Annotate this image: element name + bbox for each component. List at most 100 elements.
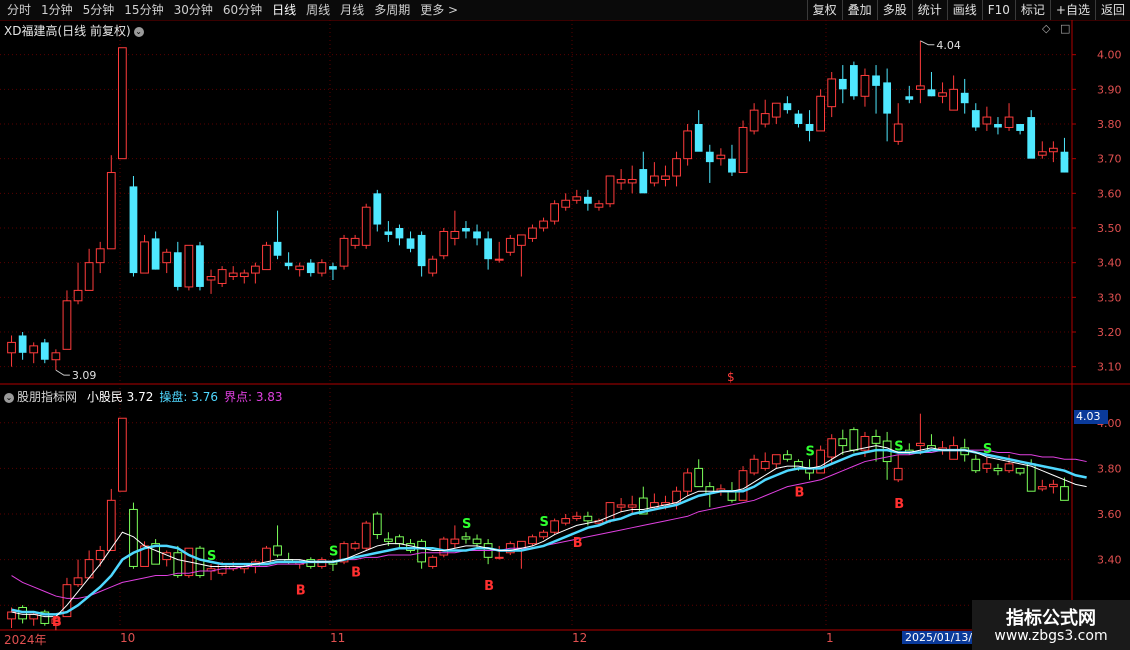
date-label-2: 11 bbox=[330, 631, 346, 645]
buy-signal-4: B bbox=[573, 536, 583, 551]
ind-candle-15 bbox=[173, 552, 183, 577]
main-candle-67 bbox=[749, 109, 759, 132]
ind-candle-42 bbox=[472, 538, 482, 545]
ind-candle-40 bbox=[450, 538, 460, 545]
main-candle-55 bbox=[616, 178, 626, 184]
main-candle-68 bbox=[760, 113, 770, 125]
main-candle-26 bbox=[295, 265, 305, 271]
ytick-label-0: 4.00 bbox=[1097, 49, 1122, 62]
ind-candle-31 bbox=[350, 543, 360, 549]
ind-candle-87 bbox=[971, 458, 981, 472]
main-candle-89 bbox=[994, 124, 1002, 128]
main-candle-90 bbox=[1004, 116, 1014, 128]
main-candle-51 bbox=[572, 196, 582, 201]
main-candle-20 bbox=[228, 272, 238, 278]
main-candle-6 bbox=[73, 289, 83, 302]
main-candle-79 bbox=[883, 82, 892, 114]
ind-candle-11 bbox=[129, 508, 138, 567]
ind-candle-56 bbox=[627, 504, 637, 508]
main-candle-3 bbox=[40, 342, 49, 360]
sell-signal-0: S bbox=[207, 549, 216, 564]
date-label-0: 2024年 bbox=[4, 633, 47, 647]
main-candle-88 bbox=[982, 116, 992, 125]
ind-candle-85 bbox=[949, 445, 959, 460]
main-candle-72 bbox=[805, 124, 814, 131]
ind-candle-48 bbox=[539, 531, 548, 538]
buy-signal-5: B bbox=[794, 486, 804, 501]
ind-candle-76 bbox=[849, 429, 859, 451]
ind-candle-82 bbox=[915, 442, 925, 447]
main-candle-7 bbox=[84, 262, 94, 291]
ind-candle-34 bbox=[383, 538, 393, 542]
ind-candle-94 bbox=[1048, 483, 1058, 488]
small-line bbox=[11, 445, 1087, 618]
main-candle-58 bbox=[649, 175, 659, 184]
high-label: 4.04 bbox=[936, 39, 961, 52]
ind-candle-95 bbox=[1060, 486, 1069, 501]
buy-signal-2: B bbox=[351, 565, 361, 580]
main-candle-83 bbox=[927, 89, 936, 97]
current-price-tag: 4.03 bbox=[1074, 410, 1108, 424]
main-candle-0 bbox=[7, 341, 16, 354]
event-marker: $ bbox=[727, 370, 735, 384]
ind-candle-55 bbox=[616, 504, 626, 508]
main-candle-52 bbox=[583, 196, 592, 204]
ind-candle-54 bbox=[605, 502, 615, 522]
main-candle-81 bbox=[905, 96, 914, 100]
ytick-label-1: 3.90 bbox=[1097, 83, 1122, 96]
main-candle-10 bbox=[117, 47, 127, 160]
main-candle-9 bbox=[106, 172, 116, 250]
ind-ytick-label-3: 3.40 bbox=[1097, 554, 1122, 567]
main-candle-28 bbox=[317, 262, 327, 274]
ind-candle-50 bbox=[561, 518, 571, 524]
sell-signal-3: S bbox=[540, 515, 549, 530]
ind-ytick-label-1: 3.80 bbox=[1097, 462, 1122, 475]
ind-ytick-label-2: 3.60 bbox=[1097, 508, 1122, 521]
date-label-3: 12 bbox=[572, 631, 588, 645]
main-candle-71 bbox=[794, 113, 803, 124]
main-candle-44 bbox=[494, 258, 504, 261]
main-candle-50 bbox=[561, 199, 571, 208]
ind-candle-74 bbox=[827, 438, 837, 458]
kline-chart[interactable]: 4.00 3.90 3.80 3.70 3.60 3.50 3.40 3.30 3.20 3.10… bbox=[0, 0, 1130, 650]
ytick-label-8: 3.20 bbox=[1097, 326, 1122, 339]
main-candle-14 bbox=[162, 251, 172, 264]
main-candle-45 bbox=[505, 237, 515, 253]
main-candle-84 bbox=[938, 92, 947, 97]
main-candle-57 bbox=[639, 169, 648, 194]
low-arrow bbox=[55, 369, 70, 376]
ind-candle-9 bbox=[106, 499, 116, 551]
ind-candle-51 bbox=[572, 515, 582, 520]
ind-candle-52 bbox=[583, 515, 593, 522]
main-candle-63 bbox=[705, 151, 714, 163]
main-candle-35 bbox=[395, 228, 404, 239]
ind-candle-80 bbox=[893, 467, 903, 481]
main-candle-94 bbox=[1048, 147, 1058, 153]
main-candle-48 bbox=[539, 220, 548, 229]
main-candle-66 bbox=[738, 126, 748, 174]
ind-candle-38 bbox=[428, 556, 438, 567]
ind-candle-88 bbox=[982, 463, 992, 469]
main-candle-56 bbox=[627, 178, 637, 184]
main-candle-5 bbox=[62, 300, 72, 350]
ind-candle-93 bbox=[1037, 486, 1047, 490]
main-candle-74 bbox=[827, 78, 837, 108]
main-candle-34 bbox=[384, 231, 393, 235]
main-candle-32 bbox=[361, 206, 371, 246]
main-candle-4 bbox=[51, 352, 61, 361]
ind-candle-41 bbox=[461, 536, 471, 540]
main-candle-42 bbox=[473, 231, 481, 239]
buy-signal-1: B bbox=[296, 584, 306, 599]
ind-candle-91 bbox=[1015, 467, 1025, 474]
ind-candle-61 bbox=[683, 472, 693, 492]
main-candle-43 bbox=[484, 238, 493, 260]
main-candle-80 bbox=[893, 123, 903, 142]
ind-candle-44 bbox=[494, 556, 504, 559]
date-label-4: 1 bbox=[826, 631, 834, 645]
main-candle-36 bbox=[406, 238, 415, 249]
main-candle-16 bbox=[184, 244, 194, 288]
main-candle-47 bbox=[528, 227, 537, 239]
main-candle-65 bbox=[728, 158, 736, 173]
main-candle-15 bbox=[173, 252, 182, 287]
watermark: 指标公式网 www.zbgs3.com bbox=[972, 600, 1130, 650]
